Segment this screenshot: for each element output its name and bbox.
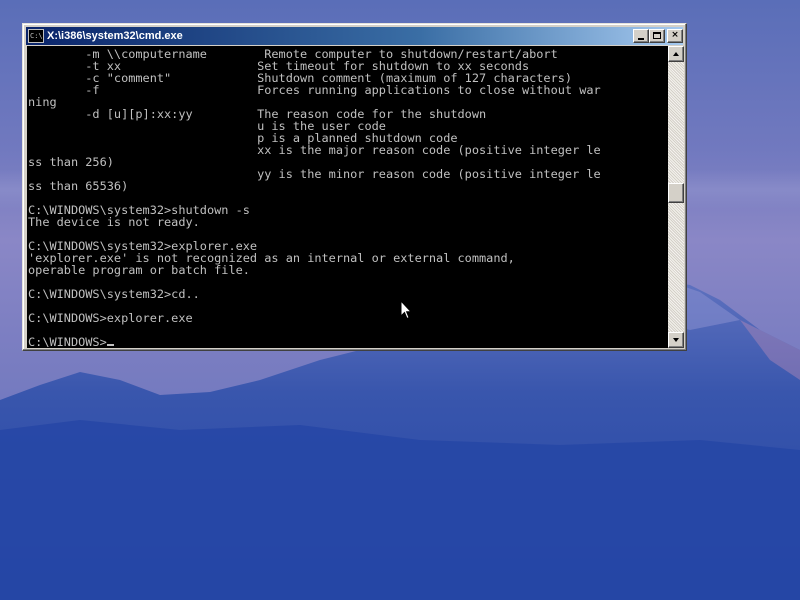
minimize-icon bbox=[638, 38, 644, 40]
text-cursor bbox=[106, 344, 114, 346]
arrow-down-icon bbox=[673, 338, 679, 342]
console-line: -f Forces running applications to close … bbox=[28, 83, 601, 97]
cmd-window[interactable]: C:\ X:\i386\system32\cmd.exe × -m \\comp… bbox=[22, 23, 687, 351]
maximize-icon bbox=[653, 32, 661, 39]
console-line: ss than 65536) bbox=[28, 179, 129, 193]
scroll-thumb[interactable] bbox=[668, 183, 684, 203]
console-line: C:\WINDOWS\system32>cd.. bbox=[28, 287, 200, 301]
window-title: X:\i386\system32\cmd.exe bbox=[47, 30, 183, 42]
desktop-background: C:\ X:\i386\system32\cmd.exe × -m \\comp… bbox=[0, 0, 800, 600]
minimize-button[interactable] bbox=[633, 29, 649, 43]
scroll-up-button[interactable] bbox=[668, 46, 684, 62]
console-line: operable program or batch file. bbox=[28, 263, 250, 277]
console-line: C:\WINDOWS>explorer.exe bbox=[28, 311, 193, 325]
title-bar[interactable]: C:\ X:\i386\system32\cmd.exe × bbox=[26, 27, 683, 45]
arrow-up-icon bbox=[673, 52, 679, 56]
close-button[interactable]: × bbox=[667, 29, 683, 43]
console-line: C:\WINDOWS> bbox=[28, 335, 107, 348]
cmd-app-icon[interactable]: C:\ bbox=[28, 29, 44, 43]
console-line: The device is not ready. bbox=[28, 215, 200, 229]
maximize-button[interactable] bbox=[649, 29, 665, 43]
scroll-down-button[interactable] bbox=[668, 332, 684, 348]
console-text: -m \\computername Remote computer to shu… bbox=[27, 46, 668, 348]
vertical-scrollbar[interactable] bbox=[668, 46, 684, 348]
close-icon: × bbox=[671, 30, 679, 40]
mouse-pointer-icon bbox=[400, 300, 412, 320]
console-output[interactable]: -m \\computername Remote computer to shu… bbox=[27, 46, 668, 348]
